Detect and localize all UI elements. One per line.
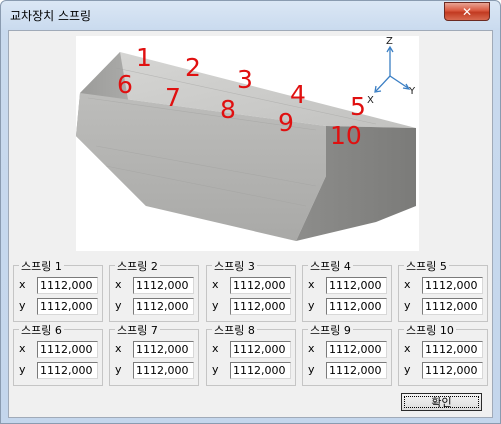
- y-label: y: [404, 299, 411, 312]
- y-label: y: [308, 299, 315, 312]
- spring-1-y-field[interactable]: [37, 298, 98, 315]
- y-label: y: [19, 363, 26, 376]
- spring-group-1: 스프링 1 x y: [13, 258, 103, 322]
- x-label: x: [404, 278, 411, 291]
- ok-button-label: 확인: [431, 396, 452, 409]
- spring-6-y-field[interactable]: [37, 362, 98, 379]
- spring-1-x-field[interactable]: [37, 277, 98, 294]
- spring-2-y-field[interactable]: [133, 298, 194, 315]
- y-label: y: [212, 363, 219, 376]
- axis-x-label: X: [367, 95, 374, 106]
- spring-group-8: 스프링 8 x y: [206, 322, 296, 386]
- spring-group-6: 스프링 6 x y: [13, 322, 103, 386]
- spring-6-x-field[interactable]: [37, 341, 98, 358]
- spring-group-9: 스프링 9 x y: [302, 322, 392, 386]
- close-button[interactable]: ✕: [444, 2, 490, 21]
- spring-8-y-field[interactable]: [230, 362, 291, 379]
- dialog-client-area: Z Y X 1 2 3 4 5 6 7 8 9 10 스프링 1 x y 스프링…: [8, 30, 493, 418]
- spring-5-x-field[interactable]: [422, 277, 483, 294]
- x-label: x: [19, 342, 26, 355]
- spring-group-label: 스프링 7: [115, 322, 160, 338]
- x-label: x: [404, 342, 411, 355]
- spring-group-label: 스프링 3: [212, 258, 257, 274]
- x-label: x: [212, 342, 219, 355]
- spring-marker-9: 9: [278, 108, 294, 137]
- spring-group-5: 스프링 5 x y: [398, 258, 488, 322]
- axis-triad: [374, 45, 411, 93]
- close-icon: ✕: [461, 4, 473, 19]
- spring-8-x-field[interactable]: [230, 341, 291, 358]
- spring-marker-2: 2: [185, 53, 201, 82]
- spring-7-x-field[interactable]: [133, 341, 194, 358]
- spring-group-label: 스프링 6: [19, 322, 64, 338]
- spring-group-label: 스프링 1: [19, 258, 64, 274]
- y-label: y: [115, 299, 122, 312]
- spring-3-y-field[interactable]: [230, 298, 291, 315]
- ok-button[interactable]: 확인: [401, 393, 482, 411]
- spring-10-y-field[interactable]: [422, 362, 483, 379]
- block-diagram: Z Y X 1 2 3 4 5 6 7 8 9 10: [76, 36, 419, 251]
- spring-group-2: 스프링 2 x y: [109, 258, 199, 322]
- spring-group-label: 스프링 2: [115, 258, 160, 274]
- spring-marker-3: 3: [237, 65, 253, 94]
- spring-group-label: 스프링 8: [212, 322, 257, 338]
- x-label: x: [19, 278, 26, 291]
- spring-group-10: 스프링 10 x y: [398, 322, 488, 386]
- y-label: y: [212, 299, 219, 312]
- spring-group-label: 스프링 5: [404, 258, 449, 274]
- x-label: x: [308, 342, 315, 355]
- x-label: x: [308, 278, 315, 291]
- spring-group-label: 스프링 9: [308, 322, 353, 338]
- spring-7-y-field[interactable]: [133, 362, 194, 379]
- spring-marker-1: 1: [136, 43, 152, 72]
- spring-4-y-field[interactable]: [326, 298, 387, 315]
- spring-marker-7: 7: [165, 83, 181, 112]
- spring-5-y-field[interactable]: [422, 298, 483, 315]
- spring-4-x-field[interactable]: [326, 277, 387, 294]
- spring-group-4: 스프링 4 x y: [302, 258, 392, 322]
- spring-marker-8: 8: [220, 95, 236, 124]
- spring-2-x-field[interactable]: [133, 277, 194, 294]
- title-bar[interactable]: 교차장치 스프링 ✕: [1, 1, 500, 29]
- spring-9-x-field[interactable]: [326, 341, 387, 358]
- spring-9-y-field[interactable]: [326, 362, 387, 379]
- axis-y-label: Y: [409, 86, 416, 97]
- y-label: y: [19, 299, 26, 312]
- y-label: y: [115, 363, 122, 376]
- spring-10-x-field[interactable]: [422, 341, 483, 358]
- spring-group-label: 스프링 10: [404, 322, 456, 338]
- spring-group-label: 스프링 4: [308, 258, 353, 274]
- spring-3-x-field[interactable]: [230, 277, 291, 294]
- x-label: x: [115, 342, 122, 355]
- spring-marker-6: 6: [117, 70, 133, 99]
- spring-group-7: 스프링 7 x y: [109, 322, 199, 386]
- axis-z-label: Z: [386, 36, 393, 47]
- spring-marker-10: 10: [330, 121, 362, 150]
- y-label: y: [404, 363, 411, 376]
- dialog-window: 교차장치 스프링 ✕ Z Y X 1 2 3 4 5 6 7 8 9 10 스프…: [0, 0, 501, 424]
- spring-marker-5: 5: [350, 92, 366, 121]
- x-label: x: [212, 278, 219, 291]
- spring-marker-4: 4: [290, 80, 306, 109]
- x-label: x: [115, 278, 122, 291]
- y-label: y: [308, 363, 315, 376]
- spring-group-3: 스프링 3 x y: [206, 258, 296, 322]
- window-title: 교차장치 스프링: [10, 9, 92, 23]
